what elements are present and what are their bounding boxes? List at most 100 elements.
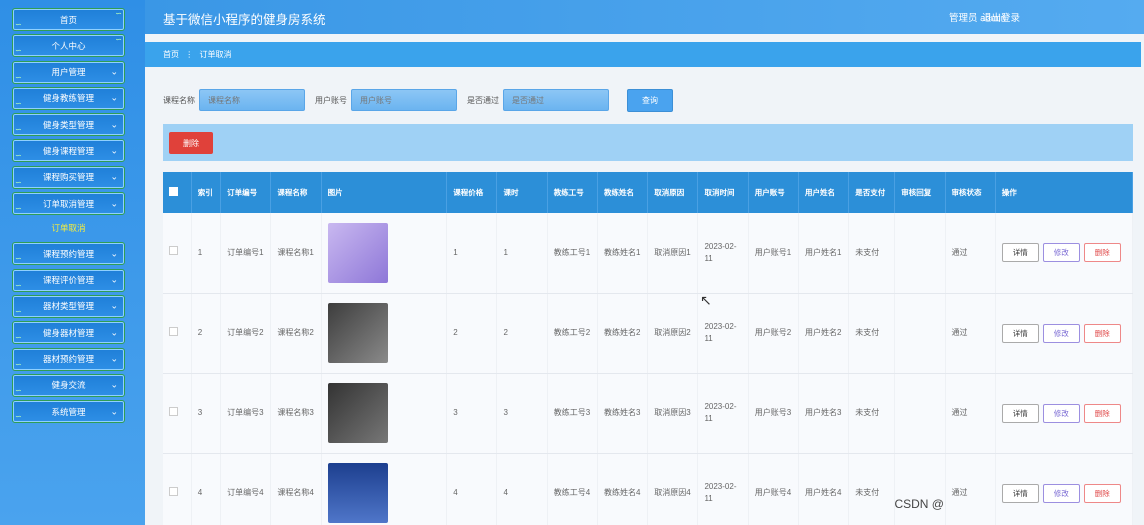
sidebar-item-equipment-booking[interactable]: 器材预约管理 ⌄ ∽ <box>12 347 125 371</box>
cell-index: 2 <box>191 293 222 374</box>
cell-cancel-time: 2023-02-11 <box>697 453 749 525</box>
sidebar-item-fitness-forum[interactable]: 健身交流 ⌄ ∽ <box>12 373 125 397</box>
corner-ornament-icon: ∽ <box>15 204 22 214</box>
course-name-input[interactable] <box>199 89 305 111</box>
cell-image <box>321 453 448 525</box>
search-button[interactable]: 查询 <box>627 88 673 112</box>
cell-user-name: 用户姓名4 <box>798 453 850 525</box>
breadcrumb-home[interactable]: 首页 <box>163 50 179 59</box>
chevron-down-icon: ⌄ <box>110 300 118 311</box>
table-row: 1 订单编号1 课程名称1 1 1 教练工号1 教练姓名1 取消原因1 2023… <box>163 213 1133 294</box>
detail-button[interactable]: 详情 <box>1001 323 1039 343</box>
corner-ornament-icon: ∽ <box>15 306 22 316</box>
corner-ornament-icon: ∽ <box>115 35 122 45</box>
edit-button[interactable]: 修改 <box>1042 483 1080 503</box>
breadcrumb: 首页 ⋮ 订单取消 <box>145 42 1141 67</box>
sidebar-item-label: 健身器材管理 <box>42 327 94 338</box>
sidebar-item-courses[interactable]: 健身课程管理 ⌄ ∽ <box>12 139 125 163</box>
logout-link[interactable]: 退出登录 <box>982 10 1020 24</box>
cell-coach-name: 教练姓名3 <box>597 373 649 454</box>
breadcrumb-separator: ⋮ <box>185 50 194 59</box>
column-header: 课程价格 <box>446 172 498 213</box>
sidebar-item-profile[interactable]: 个人中心 ∽ ∽ <box>12 34 125 58</box>
cell-coach-no: 教练工号3 <box>547 373 598 454</box>
data-table-container: 索引 订单编号 课程名称 图片 课程价格 课时 教练工号 教练姓名 取消原因 取… <box>163 172 1133 525</box>
row-checkbox[interactable] <box>169 486 178 496</box>
corner-ornament-icon: ∽ <box>15 359 22 369</box>
chevron-down-icon: ⌄ <box>110 119 118 130</box>
select-all-checkbox[interactable] <box>169 186 178 196</box>
sidebar-item-label: 器材类型管理 <box>42 301 94 312</box>
watermark: CSDN @ <box>894 497 944 511</box>
row-checkbox[interactable] <box>169 406 178 416</box>
chevron-down-icon: ⌄ <box>110 171 118 182</box>
action-bar: 删除 <box>163 124 1133 161</box>
course-thumbnail <box>327 303 388 363</box>
row-checkbox[interactable] <box>169 246 178 256</box>
cell-hours: 3 <box>496 373 548 454</box>
sidebar-item-fitness-types[interactable]: 健身类型管理 ⌄ ∽ <box>12 113 125 137</box>
column-header: 用户姓名 <box>798 172 850 213</box>
detail-button[interactable]: 详情 <box>1001 483 1039 503</box>
cell-price: 1 <box>446 213 498 294</box>
sidebar-item-label: 健身课程管理 <box>42 145 94 156</box>
sidebar-item-label: 个人中心 <box>51 40 86 51</box>
sidebar-item-label: 课程购买管理 <box>42 172 94 183</box>
column-header: 审核回复 <box>894 172 946 213</box>
user-account-label: 用户账号 <box>315 95 347 105</box>
chevron-down-icon: ⌄ <box>110 406 118 417</box>
sidebar-item-home[interactable]: 首页 ∽ ∽ <box>12 8 125 31</box>
row-checkbox[interactable] <box>169 326 178 336</box>
column-header: 索引 <box>191 172 222 213</box>
cell-review-reply <box>894 373 946 454</box>
sidebar-item-course-purchase[interactable]: 课程购买管理 ⌄ ∽ <box>12 165 125 189</box>
row-select-cell[interactable] <box>163 293 192 374</box>
delete-button[interactable]: 删除 <box>1083 483 1121 503</box>
sidebar-item-label: 课程评价管理 <box>42 275 94 286</box>
row-select-cell[interactable] <box>163 453 192 525</box>
row-select-cell[interactable] <box>163 213 192 294</box>
cell-user-account: 用户账号3 <box>748 373 799 454</box>
cell-user-account: 用户账号4 <box>748 453 799 525</box>
cell-paid: 未支付 <box>848 293 896 374</box>
submenu-order-cancel[interactable]: 订单取消 <box>12 218 125 238</box>
cell-review-status: 通过 <box>945 453 996 525</box>
sidebar-item-order-cancel[interactable]: 订单取消管理 ⌄ ∽ <box>12 192 125 216</box>
cell-paid: 未支付 <box>848 453 896 525</box>
data-table: 索引 订单编号 课程名称 图片 课程价格 课时 教练工号 教练姓名 取消原因 取… <box>163 172 1133 525</box>
detail-button[interactable]: 详情 <box>1001 403 1039 423</box>
edit-button[interactable]: 修改 <box>1042 243 1080 263</box>
cell-cancel-reason: 取消原因2 <box>647 293 699 374</box>
header-select-all[interactable] <box>163 172 192 213</box>
user-account-input[interactable] <box>351 89 457 111</box>
sidebar-item-course-review[interactable]: 课程评价管理 ⌄ ∽ <box>12 268 125 292</box>
cell-course-name: 课程名称3 <box>270 373 322 454</box>
sidebar-item-equipment-types[interactable]: 器材类型管理 ⌄ ∽ <box>12 294 125 318</box>
delete-button[interactable]: 删除 <box>1083 323 1121 343</box>
delete-button[interactable]: 删除 <box>1083 243 1121 263</box>
cell-review-status: 通过 <box>945 373 996 454</box>
cell-coach-name: 教练姓名1 <box>597 213 649 294</box>
edit-button[interactable]: 修改 <box>1042 403 1080 423</box>
edit-button[interactable]: 修改 <box>1042 323 1080 343</box>
sidebar-item-label: 健身类型管理 <box>42 119 94 130</box>
sidebar-item-users[interactable]: 用户管理 ⌄ ∽ <box>12 60 125 84</box>
sidebar-item-label: 系统管理 <box>51 406 86 417</box>
cell-user-account: 用户账号2 <box>748 293 799 374</box>
cell-ops: 详情 修改 删除 <box>995 373 1133 454</box>
sidebar-item-equipment[interactable]: 健身器材管理 ⌄ ∽ <box>12 321 125 345</box>
column-header: 课程名称 <box>270 172 322 213</box>
delete-button[interactable]: 删除 <box>1083 403 1121 423</box>
corner-ornament-icon: ∽ <box>15 125 22 135</box>
sidebar-item-system[interactable]: 系统管理 ⌄ ∽ <box>12 400 125 424</box>
cell-hours: 1 <box>496 213 548 294</box>
detail-button[interactable]: 详情 <box>1001 243 1039 263</box>
batch-delete-button[interactable]: 删除 <box>169 132 213 154</box>
chevron-down-icon: ⌄ <box>110 274 118 285</box>
cell-price: 2 <box>446 293 498 374</box>
mouse-cursor-icon: ↖ <box>700 292 712 308</box>
row-select-cell[interactable] <box>163 373 192 454</box>
sidebar-item-coaches[interactable]: 健身教练管理 ⌄ ∽ <box>12 86 125 110</box>
sidebar-item-course-booking[interactable]: 课程预约管理 ⌄ ∽ <box>12 242 125 266</box>
passed-input[interactable] <box>503 89 609 111</box>
